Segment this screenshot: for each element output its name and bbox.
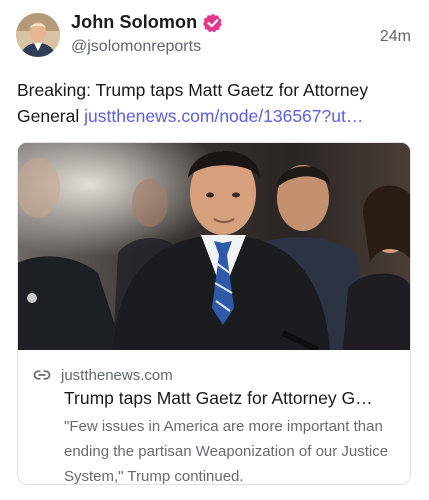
post-timestamp[interactable]: 24m: [380, 28, 411, 46]
link-icon: [33, 366, 51, 384]
author-avatar[interactable]: [16, 13, 60, 57]
author-handle[interactable]: @jsolomonreports: [71, 38, 201, 56]
link-preview-card[interactable]: justthenews.com Trump taps Matt Gaetz fo…: [17, 142, 411, 485]
post: John Solomon @jsolomonreports 24m Breaki…: [0, 0, 429, 500]
link-preview-title: Trump taps Matt Gaetz for Attorney G…: [64, 388, 373, 408]
author-display-name[interactable]: John Solomon: [71, 12, 197, 33]
news-photo-icon: [18, 143, 410, 350]
avatar-photo-icon: [16, 13, 60, 57]
link-preview-domain-row: justthenews.com: [33, 366, 173, 384]
link-preview-image: [18, 143, 410, 350]
author-name-row: John Solomon: [71, 12, 223, 33]
post-link[interactable]: justthenews.com/node/136567?ut…: [84, 106, 363, 126]
link-preview-description: "Few issues in America are more importan…: [64, 418, 389, 485]
link-preview-domain: justthenews.com: [61, 366, 173, 384]
verified-badge-icon: [203, 13, 223, 33]
post-text: Breaking: Trump taps Matt Gaetz for Atto…: [17, 77, 412, 129]
